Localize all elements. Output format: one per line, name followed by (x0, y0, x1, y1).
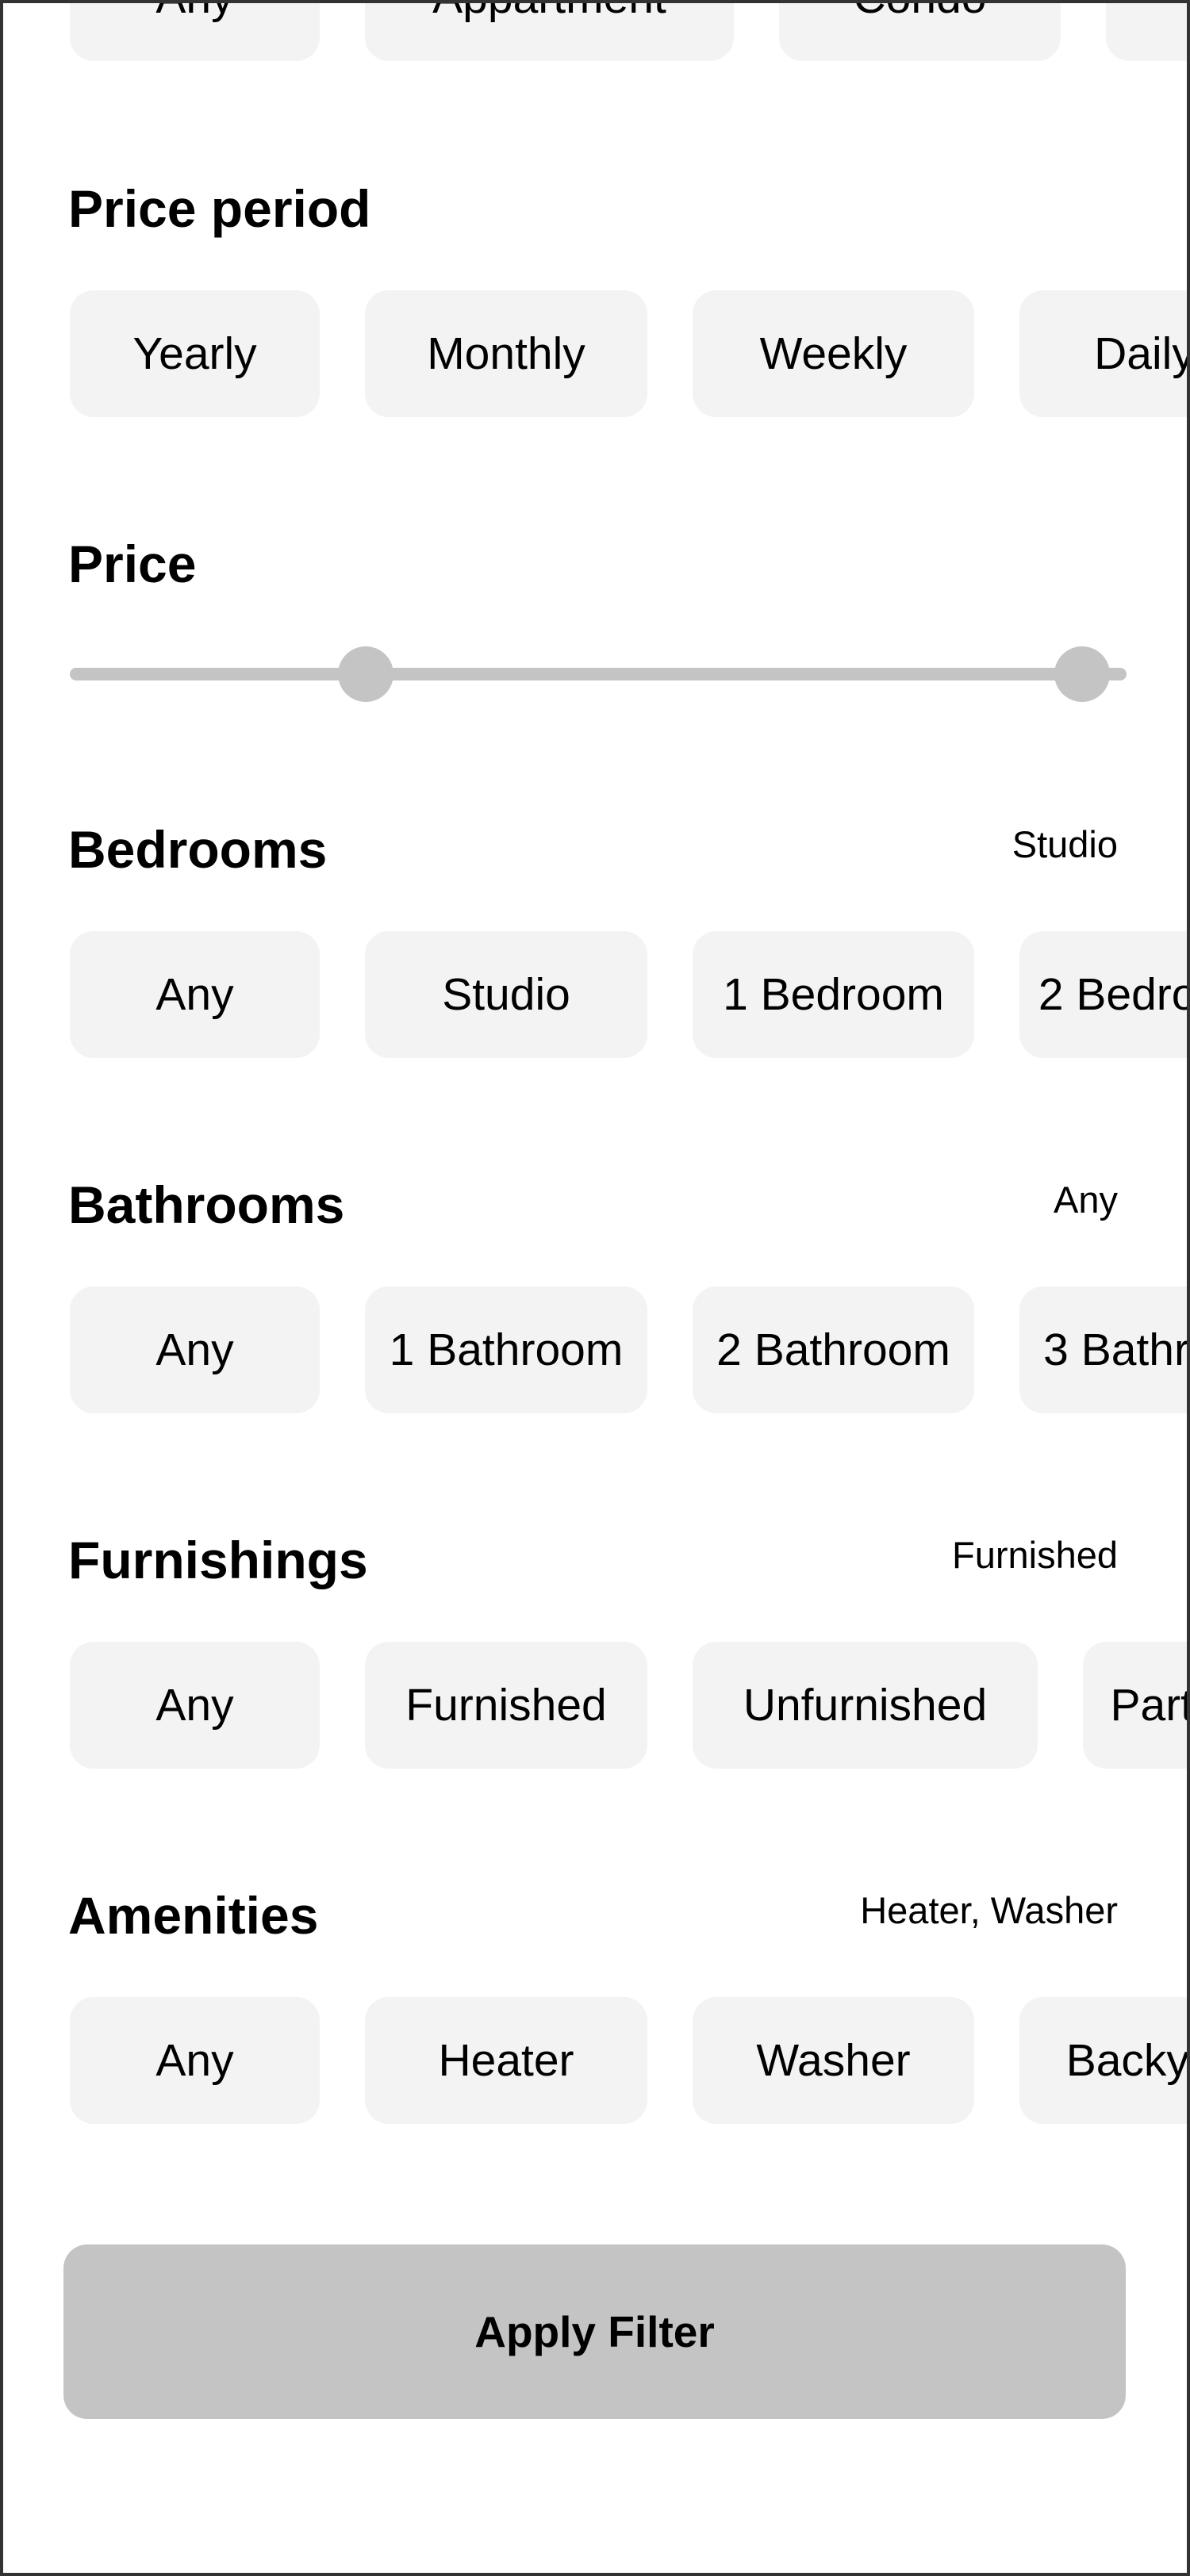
filter-screen: Any Appartment Condo Price period Yearly… (0, 0, 1190, 2576)
furnishings-selected-value: Furnished (952, 1534, 1118, 1576)
price-period-option-monthly[interactable]: Monthly (365, 290, 647, 417)
bedrooms-option-studio[interactable]: Studio (365, 931, 647, 1058)
property-type-option-condo[interactable]: Condo (779, 3, 1061, 61)
price-period-option-yearly[interactable]: Yearly (70, 290, 320, 417)
apply-filter-button[interactable]: Apply Filter (63, 2244, 1126, 2419)
amenities-option-washer[interactable]: Washer (693, 1997, 974, 2124)
price-period-options: Yearly Monthly Weekly Daily (70, 290, 1187, 417)
furnishings-option-any[interactable]: Any (70, 1642, 320, 1769)
furnishings-option-furnished[interactable]: Furnished (365, 1642, 647, 1769)
price-slider-track[interactable] (70, 668, 1127, 680)
bedrooms-option-1-bedroom[interactable]: 1 Bedroom (693, 931, 974, 1058)
amenities-title: Amenities (68, 1886, 319, 1945)
property-type-option-more[interactable] (1106, 3, 1187, 61)
amenities-option-backyard[interactable]: Backyard (1019, 1997, 1187, 2124)
amenities-options: Any Heater Washer Backyard (70, 1997, 1187, 2124)
bathrooms-title: Bathrooms (68, 1175, 345, 1234)
property-type-option-any[interactable]: Any (70, 3, 320, 61)
furnishings-options: Any Furnished Unfurnished Partly furnish… (70, 1642, 1187, 1769)
property-type-options: Any Appartment Condo (70, 3, 1187, 61)
bathrooms-option-3-bathroom[interactable]: 3 Bathroom (1019, 1286, 1187, 1413)
price-period-option-daily[interactable]: Daily (1019, 290, 1187, 417)
bathrooms-option-2-bathroom[interactable]: 2 Bathroom (693, 1286, 974, 1413)
price-range-slider[interactable] (70, 646, 1127, 702)
price-period-title: Price period (68, 179, 371, 238)
bedrooms-option-any[interactable]: Any (70, 931, 320, 1058)
bathrooms-options: Any 1 Bathroom 2 Bathroom 3 Bathroom (70, 1286, 1187, 1413)
bathrooms-option-1-bathroom[interactable]: 1 Bathroom (365, 1286, 647, 1413)
price-title: Price (68, 535, 197, 593)
bedrooms-title: Bedrooms (68, 820, 328, 879)
furnishings-title: Furnishings (68, 1531, 368, 1589)
furnishings-option-unfurnished[interactable]: Unfurnished (693, 1642, 1038, 1769)
price-max-thumb[interactable] (1054, 646, 1111, 702)
amenities-selected-value: Heater, Washer (860, 1889, 1118, 1931)
bathrooms-selected-value: Any (1054, 1179, 1118, 1221)
bedrooms-selected-value: Studio (1012, 823, 1118, 865)
bedrooms-option-2-bedrooms[interactable]: 2 Bedrooms (1019, 931, 1187, 1058)
price-period-option-weekly[interactable]: Weekly (693, 290, 974, 417)
bathrooms-option-any[interactable]: Any (70, 1286, 320, 1413)
property-type-option-appartment[interactable]: Appartment (365, 3, 734, 61)
bedrooms-options: Any Studio 1 Bedroom 2 Bedrooms (70, 931, 1187, 1058)
furnishings-option-partly-furnished[interactable]: Partly furnished (1083, 1642, 1187, 1769)
amenities-option-any[interactable]: Any (70, 1997, 320, 2124)
amenities-option-heater[interactable]: Heater (365, 1997, 647, 2124)
price-min-thumb[interactable] (337, 646, 393, 702)
